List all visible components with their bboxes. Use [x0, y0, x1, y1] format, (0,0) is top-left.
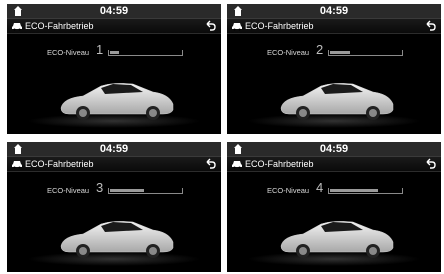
eco-level-fill	[330, 51, 350, 54]
screen-panel-1: 04:59 ECO-Fahrbetrieb ECO-Niveau 1	[7, 4, 221, 134]
eco-level-fill	[330, 189, 378, 192]
car-icon	[12, 161, 22, 169]
page-title: ECO-Fahrbetrieb	[25, 159, 94, 169]
car-icon	[232, 161, 242, 169]
car-image	[280, 221, 394, 258]
eco-level-number: 4	[316, 180, 324, 195]
eco-level-label: ECO-Niveau	[267, 186, 310, 195]
eco-level-fill	[110, 189, 144, 192]
screen-panel-3: 04:59 ECO-Fahrbetrieb ECO-Niveau 3	[7, 142, 221, 272]
car-icon	[232, 23, 242, 31]
title-bar: ECO-Fahrbetrieb	[227, 19, 441, 34]
eco-level-fill	[110, 51, 119, 54]
status-bar: 04:59	[227, 4, 441, 19]
status-bar: 04:59	[227, 142, 441, 157]
page-title: ECO-Fahrbetrieb	[245, 159, 314, 169]
back-icon[interactable]	[204, 158, 216, 170]
car-image	[60, 83, 174, 120]
eco-level-label: ECO-Niveau	[47, 48, 90, 57]
title-bar: ECO-Fahrbetrieb	[227, 157, 441, 172]
car-icon	[12, 23, 22, 31]
eco-level-bar	[108, 188, 183, 194]
car-image	[280, 83, 394, 120]
clock: 04:59	[319, 5, 349, 17]
eco-level-label: ECO-Niveau	[267, 48, 310, 57]
clock: 04:59	[319, 143, 349, 155]
screen-panel-2: 04:59 ECO-Fahrbetrieb ECO-Niveau 2	[227, 4, 441, 134]
back-icon[interactable]	[424, 20, 436, 32]
page-title: ECO-Fahrbetrieb	[25, 21, 94, 31]
eco-level-number: 3	[96, 180, 104, 195]
title-bar: ECO-Fahrbetrieb	[7, 19, 221, 34]
title-bar: ECO-Fahrbetrieb	[7, 157, 221, 172]
eco-level-number: 1	[96, 42, 104, 57]
eco-level-label: ECO-Niveau	[47, 186, 90, 195]
car-image	[60, 221, 174, 258]
eco-level-bar	[328, 188, 403, 194]
back-icon[interactable]	[424, 158, 436, 170]
eco-level-number: 2	[316, 42, 324, 57]
page-title: ECO-Fahrbetrieb	[245, 21, 314, 31]
clock: 04:59	[99, 143, 129, 155]
eco-level-bar	[108, 50, 183, 56]
eco-level-bar	[328, 50, 403, 56]
clock: 04:59	[99, 5, 129, 17]
status-bar: 04:59	[7, 142, 221, 157]
screen-panel-4: 04:59 ECO-Fahrbetrieb ECO-Niveau 4	[227, 142, 441, 272]
status-bar: 04:59	[7, 4, 221, 19]
back-icon[interactable]	[204, 20, 216, 32]
